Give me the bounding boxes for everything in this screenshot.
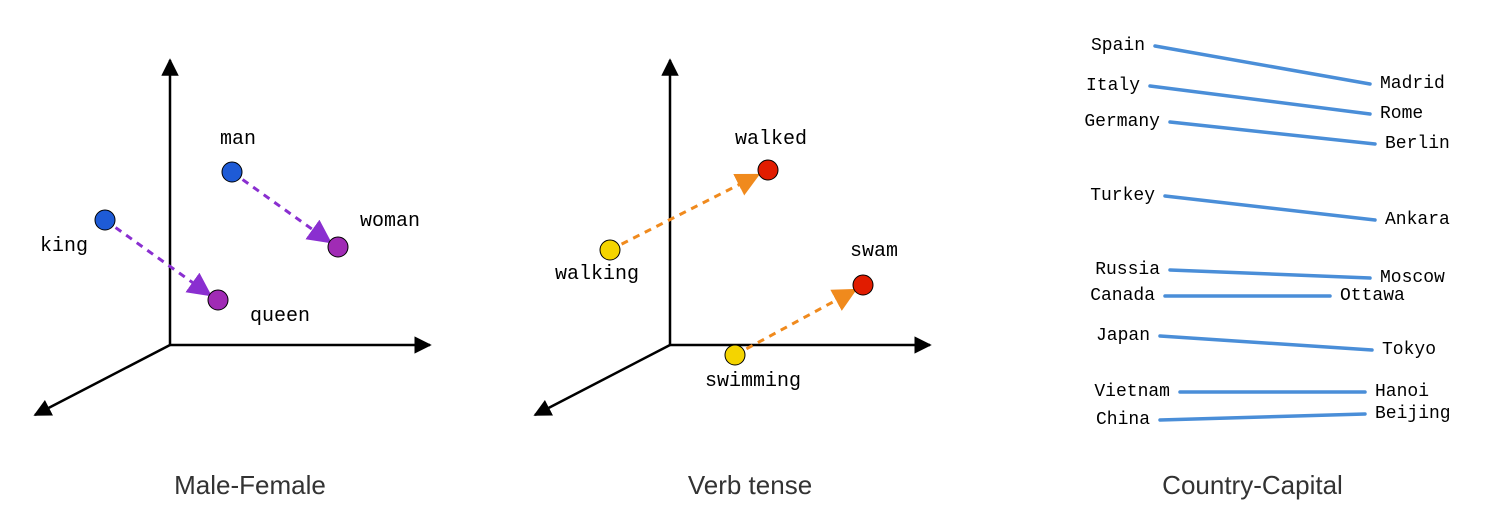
line-spain-madrid <box>1155 46 1370 84</box>
line-japan-tokyo <box>1160 336 1372 350</box>
line-russia-moscow <box>1170 270 1370 278</box>
line-italy-rome <box>1150 86 1370 114</box>
label-country-vietnam: Vietnam <box>1094 382 1170 402</box>
label-country-germany: Germany <box>1084 112 1160 132</box>
label-country-russia: Russia <box>1095 260 1160 280</box>
label-country-china: China <box>1096 410 1150 430</box>
label-country-japan: Japan <box>1096 326 1150 346</box>
point-swimming <box>725 345 745 365</box>
caption-verb-tense: Verb tense <box>500 470 1000 501</box>
caption-male-female: Male-Female <box>0 470 500 501</box>
panel-male-female: man woman king queen Male-Female <box>0 0 500 527</box>
axes-3d <box>0 0 500 440</box>
label-walking: walking <box>555 263 639 286</box>
point-man <box>222 162 242 182</box>
label-capital-ottawa: Ottawa <box>1340 286 1405 306</box>
label-swimming: swimming <box>705 370 801 393</box>
vector-walking-walked <box>610 175 758 250</box>
label-country-canada: Canada <box>1090 286 1155 306</box>
panel-country-capital: Spain Italy Germany Turkey Russia Canada… <box>1000 0 1505 527</box>
caption-country-capital: Country-Capital <box>1000 470 1505 501</box>
label-capital-berlin: Berlin <box>1385 134 1450 154</box>
line-china-beijing <box>1160 414 1365 420</box>
label-queen: queen <box>250 305 310 328</box>
label-capital-rome: Rome <box>1380 104 1423 124</box>
label-country-italy: Italy <box>1086 76 1140 96</box>
label-capital-moscow: Moscow <box>1380 268 1445 288</box>
point-swam <box>853 275 873 295</box>
point-walked <box>758 160 778 180</box>
line-germany-berlin <box>1170 122 1375 144</box>
line-turkey-ankara <box>1165 196 1375 220</box>
label-capital-madrid: Madrid <box>1380 74 1445 94</box>
label-swam: swam <box>850 240 898 263</box>
point-woman <box>328 237 348 257</box>
embedding-diagram: man woman king queen Male-Female <box>0 0 1505 527</box>
label-country-turkey: Turkey <box>1090 186 1155 206</box>
label-country-spain: Spain <box>1091 36 1145 56</box>
label-man: man <box>220 128 256 151</box>
label-walked: walked <box>735 128 807 151</box>
vector-king-queen <box>105 220 210 295</box>
vector-man-woman <box>232 172 330 242</box>
label-capital-tokyo: Tokyo <box>1382 340 1436 360</box>
label-capital-beijing: Beijing <box>1375 404 1451 424</box>
point-walking <box>600 240 620 260</box>
panel-verb-tense: walked walking swam swimming Verb tense <box>500 0 1000 527</box>
point-queen <box>208 290 228 310</box>
label-king: king <box>40 235 88 258</box>
label-capital-ankara: Ankara <box>1385 210 1450 230</box>
label-woman: woman <box>360 210 420 233</box>
label-capital-hanoi: Hanoi <box>1375 382 1429 402</box>
point-king <box>95 210 115 230</box>
